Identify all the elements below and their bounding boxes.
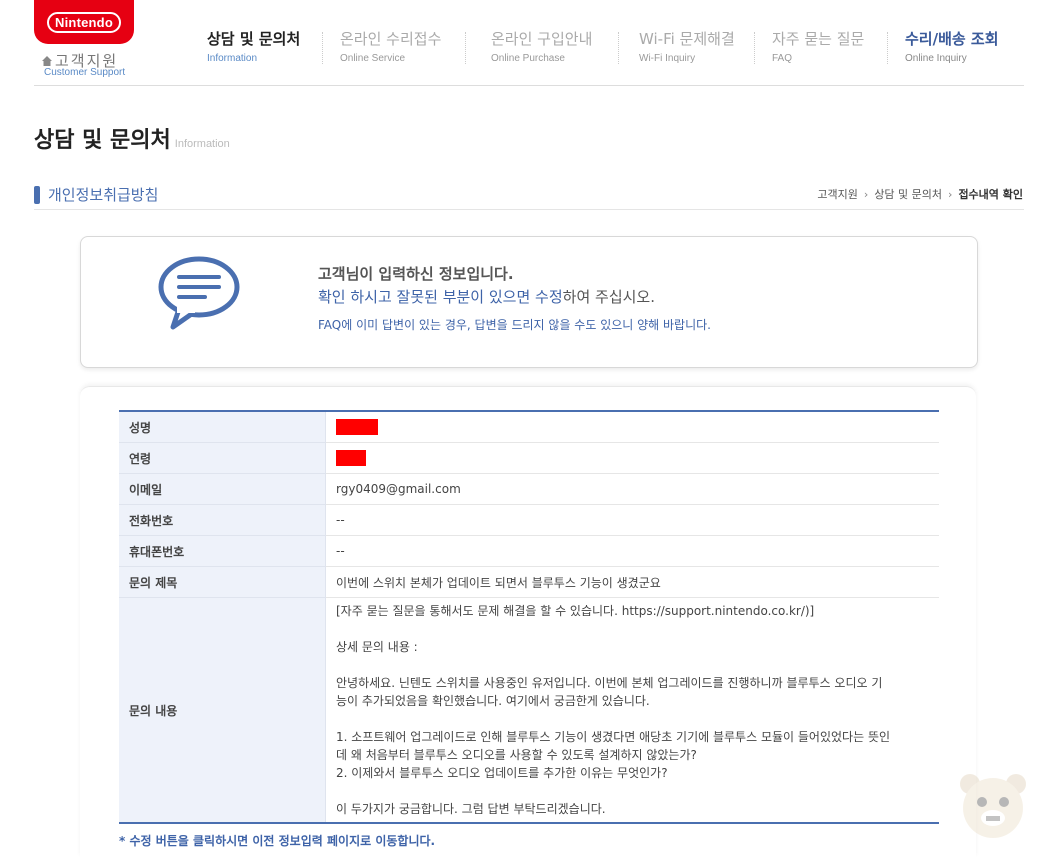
name-value	[325, 411, 939, 443]
inquiry-info-table: 성명 연령 이메일 rgy0409@gmail.com 전화번호 -- 휴대폰번…	[119, 410, 939, 824]
content-line: 상세 문의 내용 :	[336, 640, 418, 654]
table-row: 이메일 rgy0409@gmail.com	[119, 473, 939, 505]
notice-faq-note: FAQ에 이미 답변이 있는 경우, 답변을 드리지 않을 수도 있으니 양해 …	[318, 318, 711, 332]
notice-heading: 고객님이 입력하신 정보입니다.	[318, 265, 514, 283]
content-line: 2. 이제와서 블루투스 오디오 업데이트를 추가한 이유는 무엇인가?	[336, 766, 668, 780]
nav-label: 수리/배송 조회	[905, 30, 999, 48]
nav-label: Wi-Fi 문제해결	[639, 30, 735, 48]
mobile-label: 휴대폰번호	[119, 535, 326, 567]
notice-instruction: 확인 하시고 잘못된 부분이 있으면 수정하여 주십시오.	[318, 286, 655, 307]
content-line: 1. 소프트웨어 업그레이드로 인해 블루투스 기능이 생겼다면 애당초 기기에…	[336, 730, 891, 744]
nav-item-information[interactable]: 상담 및 문의처 Information	[207, 28, 300, 64]
chevron-right-icon: ›	[948, 187, 953, 201]
table-row: 문의 제목 이번에 스위치 본체가 업데이트 되면서 블루투스 기능이 생겼군요	[119, 566, 939, 598]
chevron-right-icon: ›	[863, 187, 869, 201]
nav-sublabel: Online Service	[340, 53, 406, 64]
nav-divider	[465, 32, 467, 64]
nav-sublabel: Wi-Fi Inquiry	[639, 53, 696, 64]
age-label: 연령	[119, 442, 326, 474]
nav-item-online-inquiry[interactable]: 수리/배송 조회 Online Inquiry	[905, 28, 999, 64]
content-line: 데 왜 처음부터 블루투스 오디오를 사용할 수 있도록 설계하지 않았는가?	[336, 748, 697, 762]
page-title-en: Information	[174, 138, 230, 150]
nav-divider	[887, 32, 889, 64]
content-line: 이 두가지가 궁금합니다. 그럼 답변 부탁드리겠습니다.	[336, 802, 606, 816]
nav-sublabel: Information	[207, 53, 258, 64]
email-label: 이메일	[119, 473, 326, 505]
nav-sublabel: Online Purchase	[491, 53, 565, 64]
nav-label: 상담 및 문의처	[207, 30, 301, 48]
email-value: rgy0409@gmail.com	[325, 473, 939, 505]
redacted-age	[336, 450, 366, 466]
nav-divider	[322, 32, 324, 64]
table-row: 문의 내용 [자주 묻는 질문을 통해서도 문제 해결을 할 수 있습니다. h…	[119, 597, 939, 824]
breadcrumb-current: 접수내역 확인	[958, 188, 1023, 201]
nav-item-online-service[interactable]: 온라인 수리접수 Online Service	[340, 28, 441, 64]
phone-label: 전화번호	[119, 504, 326, 536]
subject-label: 문의 제목	[119, 566, 326, 598]
nintendo-logo[interactable]: Nintendo	[34, 0, 134, 44]
speech-bubble-icon	[158, 256, 240, 330]
notice-instruction-rest: 하여 주십시오.	[562, 288, 655, 306]
breadcrumb: 고객지원 › 상담 및 문의처 › 접수내역 확인	[817, 186, 1023, 202]
header-divider	[34, 85, 1024, 86]
nav-label: 온라인 수리접수	[340, 30, 442, 48]
home-icon	[42, 55, 52, 66]
nav-item-wifi[interactable]: Wi-Fi 문제해결 Wi-Fi Inquiry	[639, 28, 735, 64]
nav-item-faq[interactable]: 자주 묻는 질문 FAQ	[772, 28, 864, 64]
breadcrumb-item[interactable]: 고객지원	[817, 186, 857, 202]
support-subtitle: Customer Support	[44, 67, 126, 78]
age-value	[325, 442, 939, 474]
section-heading: 개인정보취급방침	[34, 184, 158, 205]
nav-sublabel: Online Inquiry	[905, 53, 967, 64]
nav-item-online-purchase[interactable]: 온라인 구입안내 Online Purchase	[491, 28, 592, 64]
nav-label: 온라인 구입안내	[491, 30, 593, 48]
section-title: 개인정보취급방침	[48, 186, 159, 204]
phone-value: --	[325, 504, 939, 536]
redacted-name	[336, 419, 378, 435]
page-title-text: 상담 및 문의처	[34, 128, 171, 153]
table-row: 성명	[119, 411, 939, 443]
content-line: 안녕하세요. 닌텐도 스위치를 사용중인 유저입니다. 이번에 본체 업그레이드…	[336, 676, 883, 690]
bear-mascot-icon	[960, 774, 1026, 838]
breadcrumb-item[interactable]: 상담 및 문의처	[874, 186, 942, 202]
content-value: [자주 묻는 질문을 통해서도 문제 해결을 할 수 있습니다. https:/…	[325, 597, 939, 824]
mobile-value: --	[325, 535, 939, 567]
nav-divider	[754, 32, 756, 64]
content-label: 문의 내용	[119, 597, 326, 824]
nav-divider	[618, 32, 620, 64]
table-row: 연령	[119, 442, 939, 474]
content-line: 능이 추가되었음을 확인했습니다. 여기에서 궁금한게 있습니다.	[336, 694, 650, 708]
edit-footnote: * 수정 버튼을 클릭하시면 이전 정보입력 페이지로 이동합니다.	[119, 834, 436, 848]
content-line: [자주 묻는 질문을 통해서도 문제 해결을 할 수 있습니다. https:/…	[336, 604, 815, 618]
subject-value: 이번에 스위치 본체가 업데이트 되면서 블루투스 기능이 생겼군요	[325, 566, 939, 598]
logo-text: Nintendo	[47, 11, 121, 33]
notice-instruction-emphasis: 확인 하시고 잘못된 부분이 있으면 수정	[318, 288, 563, 306]
notice-box: 고객님이 입력하신 정보입니다. 확인 하시고 잘못된 부분이 있으면 수정하여…	[80, 236, 978, 368]
table-row: 휴대폰번호 --	[119, 535, 939, 567]
page-title: 상담 및 문의처 Information	[34, 122, 230, 154]
name-label: 성명	[119, 411, 326, 443]
nav-sublabel: FAQ	[772, 53, 793, 64]
section-bar-marker	[34, 185, 40, 204]
table-row: 전화번호 --	[119, 504, 939, 536]
nav-label: 자주 묻는 질문	[772, 30, 865, 48]
section-divider	[34, 209, 1024, 210]
